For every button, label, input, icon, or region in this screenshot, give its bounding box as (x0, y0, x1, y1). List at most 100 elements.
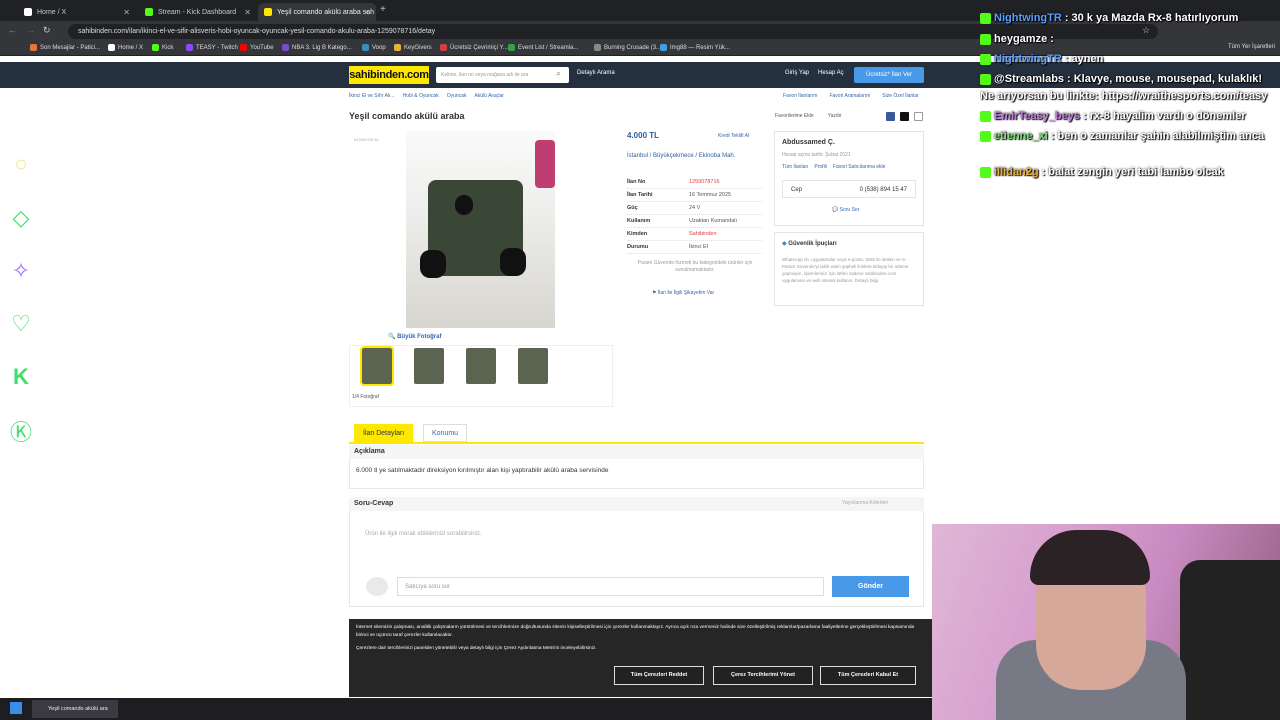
chat-username: NightwingTR (994, 12, 1062, 24)
thumbnail[interactable] (360, 346, 394, 386)
chat-separator: : (1050, 33, 1054, 45)
email-share-icon[interactable] (914, 112, 923, 121)
browser-tab-x[interactable]: Home / X ✕ (18, 3, 136, 21)
post-ad-button[interactable]: Ücretsiz* İlan Ver (854, 67, 924, 83)
spec-key: Kimden (627, 231, 648, 237)
send-button[interactable]: Gönder (832, 576, 909, 597)
bookmark-item[interactable]: Home / X (108, 44, 143, 51)
close-icon[interactable]: ✕ (244, 8, 251, 17)
seller-name[interactable]: Abdussamed Ç. (782, 139, 835, 146)
search-icon[interactable]: ⌕ (556, 68, 561, 79)
breadcrumb-item[interactable]: Oyuncak (447, 93, 467, 99)
profile-link[interactable]: Profili (814, 164, 827, 170)
add-favorite-link[interactable]: Favorilerime Ekle (775, 113, 814, 119)
facebook-icon[interactable] (886, 112, 895, 121)
print-link[interactable]: Yazdır (828, 113, 842, 119)
search-input[interactable]: Kelime, ilan no veya mağaza adı ile ara (436, 67, 569, 83)
bookmark-item[interactable]: NBA 3. Lig B Katego... (282, 44, 352, 51)
all-ads-link[interactable]: Tüm İlanları (782, 164, 808, 170)
chat-text: Klavye, mouse, mousepad, kulaklık! (1073, 73, 1263, 85)
chat-badge-icon (980, 33, 991, 45)
detailed-search-link[interactable]: Detaylı Arama (577, 70, 615, 76)
seller-since: Hesap açma tarihi: Şubat 2021 (782, 152, 851, 158)
bookmark-icon (152, 44, 159, 51)
forward-icon[interactable]: → (26, 25, 35, 35)
kick-icon (145, 8, 153, 16)
wheel (500, 248, 526, 276)
phone-number: 0 (538) 894 15 47 (859, 187, 907, 193)
site-logo[interactable]: sahibinden.com (349, 66, 429, 84)
close-icon[interactable]: ✕ (363, 8, 370, 17)
breadcrumb-item[interactable]: Akülü Araçlar (474, 93, 503, 99)
bookmark-item[interactable]: Img88 — Resim Yük... (660, 44, 730, 51)
thumbnail[interactable] (518, 348, 548, 384)
cookie-text: İnternet sitemizin çalışması, analitik ç… (356, 625, 915, 651)
back-icon[interactable]: ← (8, 25, 17, 35)
manage-cookies-button[interactable]: Çerez Tercihlerimi Yönet (713, 666, 813, 685)
special-ads-link[interactable]: Size Özel İlanlar (882, 93, 918, 99)
windows-start-icon[interactable] (10, 702, 22, 714)
new-tab-icon[interactable]: + (380, 4, 386, 15)
bookmark-item[interactable]: Voop (362, 44, 386, 51)
reject-cookies-button[interactable]: Tüm Çerezleri Reddet (614, 666, 704, 685)
description-text: 6.000 tl ye satılmaktadır direksiyon kır… (356, 467, 609, 474)
taskbar-item[interactable]: Yeşil comando akülü ara (32, 700, 118, 718)
credit-offer-link[interactable]: Kredi Teklifi Al (718, 133, 749, 139)
breadcrumb-item[interactable]: İkinci El ve Sıfır Alı... (349, 93, 395, 99)
tab-ad-details[interactable]: İlan Detayları (354, 424, 414, 442)
spec-row: Güç 24 V (627, 202, 762, 215)
kick-logo-icon: K (13, 364, 29, 389)
thumbnail[interactable] (414, 348, 444, 384)
spec-row: Durumu İkinci El (627, 241, 762, 254)
favorite-searches-link[interactable]: Favori Aramalarım (829, 93, 870, 99)
question-input[interactable]: Satıcıya soru sor (397, 577, 824, 596)
bookmark-item[interactable]: KeyGivers (394, 44, 432, 51)
phone-row[interactable]: Cep 0 (538) 894 15 47 (782, 180, 916, 198)
location-neighborhood[interactable]: Ekinoba Mah. (699, 153, 736, 159)
kick-circle-icon: Ⓚ (9, 420, 32, 445)
accept-cookies-button[interactable]: Tüm Çerezleri Kabul Et (820, 666, 916, 685)
ask-question-link[interactable]: 💬 Soru Sor (832, 207, 859, 213)
bookmark-icon (282, 44, 289, 51)
spec-row: İlan Tarihi 16 Temmuz 2025 (627, 189, 762, 202)
reload-icon[interactable]: ↻ (43, 25, 51, 36)
location-city[interactable]: İstanbul (627, 153, 648, 159)
login-link[interactable]: Giriş Yap (785, 70, 809, 76)
bookmark-item[interactable]: Ücretsiz Çevrimiçi Y... (440, 44, 508, 51)
spec-value: 1259078716 (689, 179, 720, 185)
bookmark-item[interactable]: Kick (152, 44, 173, 51)
x-share-icon[interactable] (900, 112, 909, 121)
report-link[interactable]: ⚑ İlan ile İlgili Şikayetim Var (652, 290, 714, 296)
breadcrumb-item[interactable]: Hobi & Oyuncak (403, 93, 439, 99)
bookmark-icon (108, 44, 115, 51)
bookmark-item[interactable]: Son Mesajlar - Patici... (30, 44, 100, 51)
favorite-seller-link[interactable]: Favori Satıcılarıma ekle (833, 164, 886, 170)
chat-text: ben o zamanlar şahin alabilmiştim anca (1057, 130, 1265, 142)
tab-location[interactable]: Konumu (423, 424, 468, 442)
bookmark-item[interactable]: Event List / Streamla... (508, 44, 578, 51)
bookmark-icon (660, 44, 667, 51)
location-district[interactable]: Büyükçekmece (653, 153, 694, 159)
chat-separator: : (1067, 73, 1071, 85)
spec-key: İlan No (627, 179, 646, 185)
circle-icon: ○ (14, 151, 28, 176)
qa-rules-link[interactable]: Yayınlanma Kriterleri (842, 500, 888, 506)
browser-tab-kick[interactable]: Stream - Kick Dashboard ✕ (139, 3, 257, 21)
chat-username: illidan2g (994, 166, 1039, 178)
chat-badge-icon (980, 166, 991, 178)
thumbnail[interactable] (466, 348, 496, 384)
bookmark-item[interactable]: TEASY - Twitch (186, 44, 238, 51)
bookmark-item[interactable]: Burning Crusade (3... (594, 44, 661, 51)
user-top-links: Favori İlanlarım Favori Aramalarım Size … (783, 93, 919, 99)
qa-head: Soru-Cevap (349, 497, 924, 511)
close-icon[interactable]: ✕ (123, 8, 130, 17)
chat-message: @Streamlabs: Klavye, mouse, mousepad, kul… (980, 70, 1280, 88)
big-photo-link[interactable]: 🔍 Büyük Fotoğraf (388, 333, 441, 340)
favorite-ads-link[interactable]: Favori İlanlarım (783, 93, 817, 99)
description-head: Açıklama (349, 445, 924, 459)
bookmark-item[interactable]: YouTube (240, 44, 274, 51)
browser-tab-sahibinden[interactable]: Yeşil comando akülü araba sah ✕ (258, 3, 376, 21)
register-link[interactable]: Hesap Aç (818, 70, 844, 76)
chat-separator: : (1083, 110, 1087, 122)
shield-icon: ◆ (782, 241, 787, 247)
